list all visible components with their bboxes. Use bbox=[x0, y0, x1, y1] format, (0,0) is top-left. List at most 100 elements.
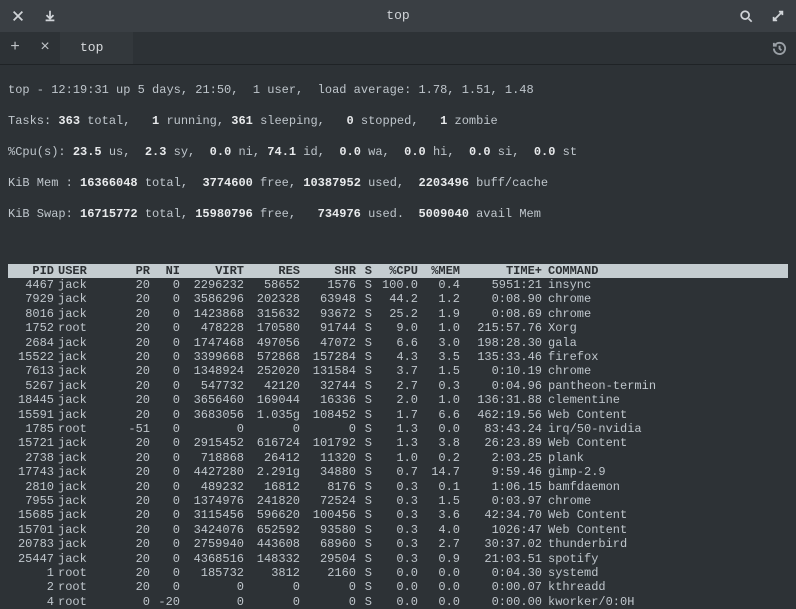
cell-time: 83:43.24 bbox=[460, 422, 542, 436]
cell-ni: -20 bbox=[150, 595, 180, 609]
history-icon[interactable] bbox=[762, 32, 796, 64]
cell-virt: 2915452 bbox=[180, 436, 244, 450]
cell-pr: 20 bbox=[118, 436, 150, 450]
cell-mem: 0.0 bbox=[418, 566, 460, 580]
cell-cpu: 3.7 bbox=[372, 364, 418, 378]
cell-ni: 0 bbox=[150, 552, 180, 566]
cell-cpu: 0.7 bbox=[372, 465, 418, 479]
cell-cpu: 1.0 bbox=[372, 451, 418, 465]
cell-ni: 0 bbox=[150, 292, 180, 306]
col-s: S bbox=[356, 264, 372, 278]
cell-s: S bbox=[356, 321, 372, 335]
cell-res: 443608 bbox=[244, 537, 300, 551]
cell-pid: 7613 bbox=[8, 364, 54, 378]
cell-pr: 20 bbox=[118, 494, 150, 508]
cell-shr: 0 bbox=[300, 422, 356, 436]
cell-cmd: clementine bbox=[542, 393, 788, 407]
cell-virt: 3424076 bbox=[180, 523, 244, 537]
download-icon[interactable] bbox=[42, 8, 58, 24]
cell-shr: 68960 bbox=[300, 537, 356, 551]
cell-cpu: 25.2 bbox=[372, 307, 418, 321]
summary-line-cpu: %Cpu(s): 23.5 us, 2.3 sy, 0.0 ni, 74.1 i… bbox=[8, 145, 788, 159]
col-cpu: %CPU bbox=[372, 264, 418, 278]
cell-ni: 0 bbox=[150, 393, 180, 407]
cell-res: 0 bbox=[244, 422, 300, 436]
table-row: 2root200000S0.00.00:00.07kthreadd bbox=[8, 580, 788, 594]
table-row: 1752root20047822817058091744S9.01.0215:5… bbox=[8, 321, 788, 335]
table-row: 17743jack20044272802.291g34880S0.714.79:… bbox=[8, 465, 788, 479]
cell-shr: 16336 bbox=[300, 393, 356, 407]
cell-pr: 20 bbox=[118, 307, 150, 321]
cell-mem: 0.3 bbox=[418, 379, 460, 393]
cell-cmd: chrome bbox=[542, 494, 788, 508]
cell-shr: 34880 bbox=[300, 465, 356, 479]
table-row: 7955jack200137497624182072524S0.31.50:03… bbox=[8, 494, 788, 508]
cell-user: jack bbox=[54, 494, 118, 508]
cell-s: S bbox=[356, 595, 372, 609]
cell-res: 58652 bbox=[244, 278, 300, 292]
cell-time: 1026:47 bbox=[460, 523, 542, 537]
col-pr: PR bbox=[118, 264, 150, 278]
cell-user: jack bbox=[54, 292, 118, 306]
cell-res: 169044 bbox=[244, 393, 300, 407]
cell-pid: 15522 bbox=[8, 350, 54, 364]
cell-cpu: 2.7 bbox=[372, 379, 418, 393]
tab-top[interactable]: top bbox=[60, 32, 133, 64]
cell-mem: 0.4 bbox=[418, 278, 460, 292]
cell-mem: 1.9 bbox=[418, 307, 460, 321]
close-icon[interactable] bbox=[10, 8, 26, 24]
cell-s: S bbox=[356, 523, 372, 537]
cell-ni: 0 bbox=[150, 566, 180, 580]
cell-cmd: kworker/0:0H bbox=[542, 595, 788, 609]
cell-pid: 15701 bbox=[8, 523, 54, 537]
cell-ni: 0 bbox=[150, 508, 180, 522]
cell-pid: 2738 bbox=[8, 451, 54, 465]
cell-user: jack bbox=[54, 451, 118, 465]
cell-cpu: 0.3 bbox=[372, 537, 418, 551]
cell-virt: 718868 bbox=[180, 451, 244, 465]
cell-shr: 101792 bbox=[300, 436, 356, 450]
cell-ni: 0 bbox=[150, 480, 180, 494]
cell-ni: 0 bbox=[150, 494, 180, 508]
cell-res: 42120 bbox=[244, 379, 300, 393]
cell-ni: 0 bbox=[150, 580, 180, 594]
cell-mem: 1.0 bbox=[418, 393, 460, 407]
col-ni: NI bbox=[150, 264, 180, 278]
cell-shr: 100456 bbox=[300, 508, 356, 522]
cell-shr: 72524 bbox=[300, 494, 356, 508]
cell-time: 198:28.30 bbox=[460, 336, 542, 350]
cell-mem: 0.2 bbox=[418, 451, 460, 465]
table-row: 2810jack200489232168128176S0.30.11:06.15… bbox=[8, 480, 788, 494]
cell-cmd: gimp-2.9 bbox=[542, 465, 788, 479]
cell-res: 252020 bbox=[244, 364, 300, 378]
cell-shr: 131584 bbox=[300, 364, 356, 378]
cell-cmd: chrome bbox=[542, 307, 788, 321]
cell-pr: 20 bbox=[118, 393, 150, 407]
cell-virt: 1374976 bbox=[180, 494, 244, 508]
cell-mem: 1.2 bbox=[418, 292, 460, 306]
search-icon[interactable] bbox=[738, 8, 754, 24]
new-tab-button[interactable]: + bbox=[0, 32, 30, 64]
cell-pid: 7929 bbox=[8, 292, 54, 306]
terminal-content[interactable]: top - 12:19:31 up 5 days, 21:50, 1 user,… bbox=[0, 65, 796, 609]
cell-cmd: Web Content bbox=[542, 523, 788, 537]
cell-cmd: chrome bbox=[542, 292, 788, 306]
cell-pr: 20 bbox=[118, 379, 150, 393]
close-tab-button[interactable]: × bbox=[30, 32, 60, 64]
cell-cpu: 0.3 bbox=[372, 508, 418, 522]
cell-cpu: 0.3 bbox=[372, 552, 418, 566]
cell-shr: 157284 bbox=[300, 350, 356, 364]
cell-virt: 0 bbox=[180, 422, 244, 436]
cell-time: 30:37.02 bbox=[460, 537, 542, 551]
cell-res: 0 bbox=[244, 595, 300, 609]
cell-s: S bbox=[356, 422, 372, 436]
cell-pid: 1785 bbox=[8, 422, 54, 436]
cell-s: S bbox=[356, 508, 372, 522]
cell-shr: 2160 bbox=[300, 566, 356, 580]
fullscreen-icon[interactable] bbox=[770, 8, 786, 24]
cell-pid: 17743 bbox=[8, 465, 54, 479]
cell-s: S bbox=[356, 436, 372, 450]
cell-cpu: 100.0 bbox=[372, 278, 418, 292]
cell-virt: 547732 bbox=[180, 379, 244, 393]
cell-s: S bbox=[356, 379, 372, 393]
